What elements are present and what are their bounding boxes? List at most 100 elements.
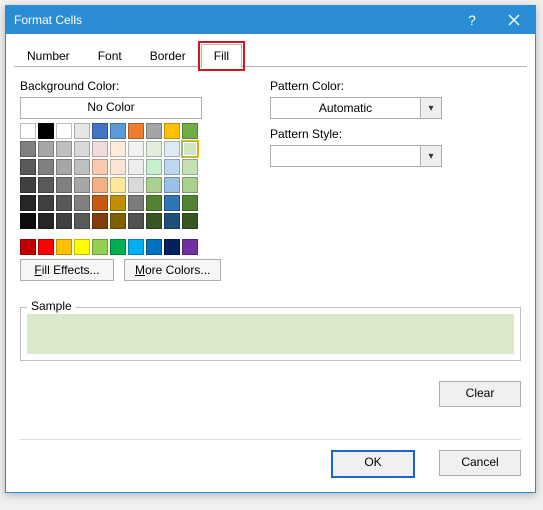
sample-section: Sample: [6, 307, 535, 371]
color-swatch[interactable]: [74, 239, 90, 255]
dialog-body: Background Color: No Color Fill Effects.…: [6, 67, 535, 281]
color-swatch[interactable]: [56, 177, 72, 193]
color-swatch[interactable]: [182, 239, 198, 255]
color-swatch[interactable]: [92, 123, 108, 139]
color-swatch[interactable]: [20, 213, 36, 229]
color-swatch[interactable]: [146, 195, 162, 211]
color-swatch-grid: [20, 123, 240, 229]
color-swatch[interactable]: [74, 123, 90, 139]
color-swatch[interactable]: [38, 177, 54, 193]
color-swatch[interactable]: [128, 159, 144, 175]
pattern-section: Pattern Color: Automatic ▾ Pattern Style…: [270, 79, 521, 281]
color-swatch[interactable]: [92, 239, 108, 255]
background-color-section: Background Color: No Color Fill Effects.…: [20, 79, 240, 281]
color-swatch[interactable]: [20, 239, 36, 255]
color-swatch[interactable]: [164, 239, 180, 255]
cancel-button[interactable]: Cancel: [439, 450, 521, 476]
color-swatch[interactable]: [182, 123, 198, 139]
color-swatch[interactable]: [56, 159, 72, 175]
help-button[interactable]: ?: [451, 6, 493, 34]
color-swatch[interactable]: [20, 141, 36, 157]
color-swatch[interactable]: [38, 239, 54, 255]
tab-strip: Number Font Border Fill: [6, 34, 535, 67]
color-swatch[interactable]: [110, 141, 126, 157]
sample-fill: [27, 314, 514, 354]
color-swatch[interactable]: [164, 195, 180, 211]
tab-number[interactable]: Number: [14, 44, 83, 67]
titlebar: Format Cells ?: [6, 6, 535, 34]
color-swatch[interactable]: [146, 159, 162, 175]
chevron-down-icon: ▾: [420, 98, 441, 118]
tab-font[interactable]: Font: [85, 44, 135, 67]
pattern-style-combo[interactable]: ▾: [270, 145, 442, 167]
color-swatch[interactable]: [128, 239, 144, 255]
pattern-style-label: Pattern Style:: [270, 127, 521, 141]
color-swatch[interactable]: [146, 239, 162, 255]
color-swatch[interactable]: [164, 177, 180, 193]
color-swatch[interactable]: [20, 177, 36, 193]
color-swatch[interactable]: [164, 159, 180, 175]
color-swatch[interactable]: [56, 123, 72, 139]
color-swatch[interactable]: [110, 177, 126, 193]
color-swatch[interactable]: [110, 213, 126, 229]
color-swatch[interactable]: [56, 141, 72, 157]
color-swatch[interactable]: [92, 213, 108, 229]
color-swatch[interactable]: [182, 141, 198, 157]
color-swatch[interactable]: [74, 213, 90, 229]
color-swatch[interactable]: [92, 177, 108, 193]
color-swatch[interactable]: [38, 213, 54, 229]
color-swatch[interactable]: [182, 195, 198, 211]
color-swatch[interactable]: [38, 123, 54, 139]
color-swatch[interactable]: [20, 195, 36, 211]
color-swatch[interactable]: [128, 141, 144, 157]
color-swatch[interactable]: [92, 195, 108, 211]
color-swatch[interactable]: [110, 123, 126, 139]
color-swatch[interactable]: [128, 177, 144, 193]
color-swatch[interactable]: [110, 195, 126, 211]
color-swatch[interactable]: [74, 141, 90, 157]
color-swatch[interactable]: [110, 159, 126, 175]
dialog-footer: Clear: [6, 371, 535, 421]
color-swatch[interactable]: [92, 141, 108, 157]
color-swatch[interactable]: [146, 177, 162, 193]
color-swatch[interactable]: [182, 177, 198, 193]
color-swatch[interactable]: [164, 123, 180, 139]
color-swatch[interactable]: [146, 141, 162, 157]
color-swatch[interactable]: [56, 195, 72, 211]
color-swatch[interactable]: [56, 239, 72, 255]
color-swatch[interactable]: [38, 141, 54, 157]
color-swatch[interactable]: [110, 239, 126, 255]
color-swatch[interactable]: [128, 213, 144, 229]
sample-box: Sample: [20, 307, 521, 361]
color-swatch[interactable]: [182, 213, 198, 229]
color-swatch[interactable]: [164, 213, 180, 229]
more-colors-button[interactable]: More Colors...: [124, 259, 221, 281]
color-swatch[interactable]: [182, 159, 198, 175]
color-swatch[interactable]: [20, 159, 36, 175]
pattern-style-value: [271, 146, 420, 166]
sample-label: Sample: [27, 299, 76, 313]
color-swatch[interactable]: [146, 123, 162, 139]
tab-fill[interactable]: Fill: [201, 44, 242, 68]
fill-effects-button[interactable]: Fill Effects...: [20, 259, 114, 281]
color-swatch[interactable]: [128, 195, 144, 211]
color-swatch[interactable]: [164, 141, 180, 157]
pattern-color-combo[interactable]: Automatic ▾: [270, 97, 442, 119]
color-swatch[interactable]: [74, 177, 90, 193]
color-swatch[interactable]: [74, 195, 90, 211]
clear-button[interactable]: Clear: [439, 381, 521, 407]
color-swatch[interactable]: [38, 159, 54, 175]
color-swatch[interactable]: [38, 195, 54, 211]
ok-button[interactable]: OK: [331, 450, 415, 478]
color-swatch[interactable]: [92, 159, 108, 175]
color-swatch[interactable]: [128, 123, 144, 139]
color-swatch[interactable]: [56, 213, 72, 229]
color-swatch[interactable]: [74, 159, 90, 175]
color-swatch[interactable]: [146, 213, 162, 229]
tab-border[interactable]: Border: [137, 44, 199, 67]
background-color-label: Background Color:: [20, 79, 240, 93]
no-color-button[interactable]: No Color: [20, 97, 202, 119]
close-button[interactable]: [493, 6, 535, 34]
color-swatch[interactable]: [20, 123, 36, 139]
pattern-color-value: Automatic: [271, 98, 420, 118]
